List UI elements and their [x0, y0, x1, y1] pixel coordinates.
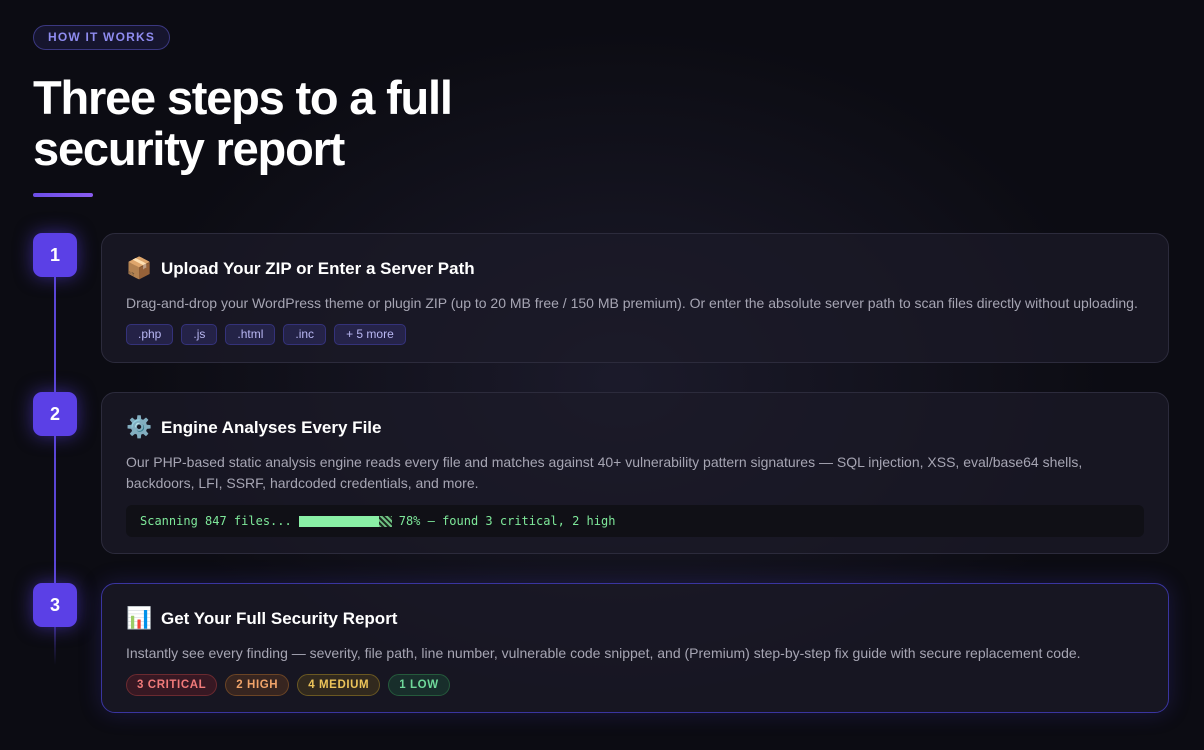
high-count-badge: 2 HIGH — [225, 674, 290, 696]
step-2-header: ⚙️ Engine Analyses Every File — [126, 415, 1144, 441]
scan-progress-remaining — [378, 515, 392, 527]
step-1-header: 📦 Upload Your ZIP or Enter a Server Path — [126, 256, 1144, 282]
file-type-tag: .js — [181, 324, 218, 345]
file-type-tag: .html — [225, 324, 276, 345]
step-1-title: Upload Your ZIP or Enter a Server Path — [161, 259, 475, 278]
step-1-number: 1 — [33, 233, 77, 277]
step-3-description: Instantly see every finding — severity, … — [126, 645, 1081, 661]
severity-badges: 3 CRITICAL 2 HIGH 4 MEDIUM 1 LOW — [126, 674, 1144, 696]
step-2-title: Engine Analyses Every File — [161, 418, 382, 437]
step-3-title: Get Your Full Security Report — [161, 609, 398, 628]
package-icon: 📦 — [126, 257, 153, 280]
scan-progress-bar — [298, 515, 392, 527]
more-file-types-tag: + 5 more — [334, 324, 406, 345]
section-title-line-1: Three steps to a full — [33, 71, 453, 124]
file-type-tags: .php .js .html .inc + 5 more — [126, 324, 1144, 345]
step-1-card: 📦 Upload Your ZIP or Enter a Server Path… — [101, 233, 1169, 363]
scan-progress-fill — [298, 515, 379, 527]
step-2-description: Our PHP-based static analysis engine rea… — [126, 454, 1083, 491]
bar-chart-icon: 📊 — [126, 607, 153, 630]
file-type-tag: .php — [126, 324, 174, 345]
low-count-badge: 1 LOW — [388, 674, 450, 696]
scan-status-suffix: 78% — found 3 critical, 2 high — [398, 514, 616, 528]
step-2-number: 2 — [33, 392, 77, 436]
step-3-number: 3 — [33, 583, 77, 627]
section-eyebrow-badge: HOW IT WORKS — [33, 25, 171, 50]
gear-icon: ⚙️ — [126, 416, 153, 439]
step-3-card: 📊 Get Your Full Security Report Instantl… — [101, 583, 1169, 713]
section-title: Three steps to a full security report — [33, 72, 553, 174]
step-3-header: 📊 Get Your Full Security Report — [126, 606, 1144, 632]
section-title-line-2: security report — [33, 122, 345, 175]
title-accent-bar — [33, 193, 93, 197]
critical-count-badge: 3 CRITICAL — [126, 674, 218, 696]
scan-status-prefix: Scanning 847 files... — [140, 514, 292, 528]
step-1-description: Drag-and-drop your WordPress theme or pl… — [126, 295, 1138, 311]
scan-terminal: Scanning 847 files... 78% — found 3 crit… — [126, 505, 1144, 537]
file-type-tag: .inc — [283, 324, 327, 345]
medium-count-badge: 4 MEDIUM — [297, 674, 381, 696]
step-2-card: ⚙️ Engine Analyses Every File Our PHP-ba… — [101, 392, 1169, 554]
